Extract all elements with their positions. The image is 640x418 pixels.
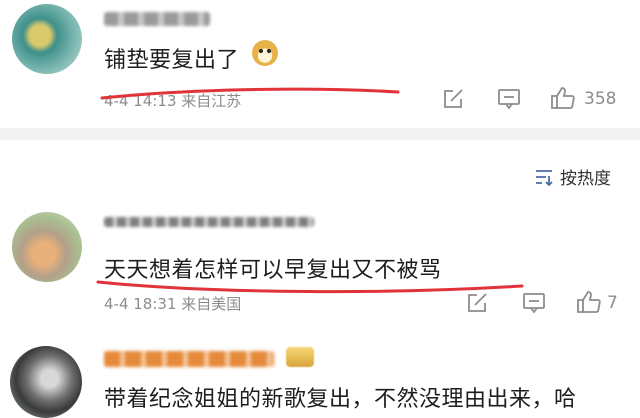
share-icon[interactable] — [442, 88, 464, 110]
sort-icon — [534, 168, 554, 186]
comment-meta: 4-4 18:31 来自美国 — [104, 295, 242, 313]
like-count: 358 — [584, 89, 617, 109]
vip-badge-icon — [286, 347, 314, 367]
comment-text: 天天想着怎样可以早复出又不被骂 — [104, 258, 442, 283]
comment-text: 带着纪念姐姐的新歌复出，不然没理由出来，哈 — [104, 387, 577, 412]
username-blurred[interactable] — [104, 351, 274, 367]
avatar[interactable] — [12, 212, 82, 282]
sort-label: 按热度 — [560, 169, 611, 189]
avatar[interactable] — [10, 346, 82, 418]
comment-text: 铺垫要复出了 — [104, 48, 240, 73]
doge-emoji — [252, 40, 278, 66]
comment-icon[interactable] — [497, 88, 521, 110]
avatar[interactable] — [12, 4, 82, 74]
like-icon[interactable] — [550, 86, 576, 110]
like-icon[interactable] — [576, 290, 602, 314]
username-blurred[interactable] — [104, 217, 314, 227]
sort-by-hot-button[interactable]: 按热度 — [534, 164, 611, 189]
comment-icon[interactable] — [522, 292, 546, 314]
section-divider — [0, 128, 640, 140]
like-count: 7 — [607, 293, 618, 313]
comment-meta: 4-4 14:13 来自江苏 — [104, 92, 242, 110]
share-icon[interactable] — [466, 292, 488, 314]
username-blurred[interactable] — [104, 12, 210, 26]
